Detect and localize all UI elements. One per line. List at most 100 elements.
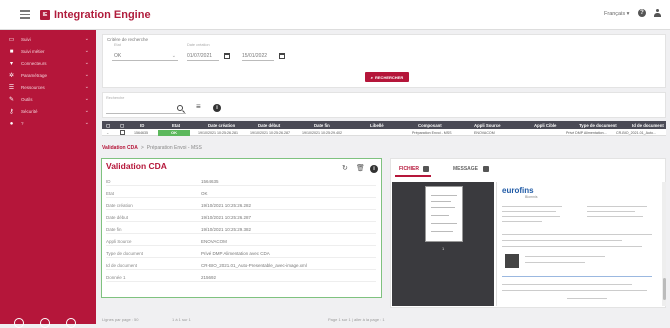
breadcrumb-separator: > <box>140 145 144 151</box>
select-all-checkbox[interactable]: ▢ <box>106 123 110 129</box>
calendar-icon[interactable] <box>279 53 285 59</box>
etat-label: Etat <box>114 43 121 47</box>
notification-icon[interactable] <box>66 318 76 328</box>
search-icon[interactable] <box>177 105 183 111</box>
delete-icon[interactable]: 🗑 <box>356 164 365 172</box>
help-icon[interactable]: ? <box>638 9 646 17</box>
detail-row: Donnée 1 215692 <box>106 273 376 282</box>
scrollbar-thumb[interactable] <box>662 278 666 300</box>
plug-icon: ▾ <box>9 61 13 67</box>
search-panel <box>102 92 666 118</box>
app-logo: IE <box>40 9 50 20</box>
status-badge: OK <box>158 129 190 136</box>
detail-row: ID 1564635 <box>106 177 376 186</box>
page-number: 1 <box>442 246 445 251</box>
wrench-icon: ✎ <box>8 97 15 103</box>
page-indicator[interactable]: Page 1 sur 1 | aller à la page : 1 <box>328 317 385 322</box>
info-icon[interactable]: i <box>213 104 221 112</box>
detail-row: Appli Source ENOVACOM <box>106 237 376 246</box>
key-icon: ⚷ <box>9 109 14 115</box>
language-select[interactable]: Français ▾ <box>604 11 629 17</box>
breadcrumb-root[interactable]: Validation CDA <box>102 145 138 151</box>
refresh-icon[interactable]: ↻ <box>342 164 348 172</box>
col-header-composant[interactable]: Composant <box>418 123 442 128</box>
app-title: Integration Engine <box>54 8 151 21</box>
pdf-scrollbar[interactable] <box>662 182 666 306</box>
tab-fichier[interactable]: FICHIER <box>399 166 419 172</box>
menu-icon[interactable] <box>20 10 30 19</box>
save-icon[interactable] <box>423 166 429 172</box>
eurofins-logo: eurofins <box>502 186 534 195</box>
table-row[interactable]: ← 1564635 OK 19/10/2021 10:25:26.281 19/… <box>102 129 666 136</box>
detail-row: Type de document Privé DMP Alimentation a… <box>106 249 376 258</box>
cell-appli-source: ENOVACOM <box>474 130 495 135</box>
chevron-down-icon: ⌄ <box>84 96 89 102</box>
active-tab-indicator <box>395 175 431 177</box>
col-header-date-debut[interactable]: Date début <box>258 123 280 128</box>
tab-message[interactable]: MESSAGE <box>453 166 478 172</box>
date-from-field[interactable]: 01/07/2021 <box>187 51 219 61</box>
chevron-down-icon: ⌄ <box>171 53 176 59</box>
sidebar-item-parametrage[interactable]: ✲ Paramétrage ⌄ <box>0 70 96 81</box>
settings-icon[interactable] <box>40 318 50 328</box>
expand-arrow-icon[interactable]: ← <box>106 131 110 135</box>
chevron-down-icon: ⌄ <box>84 48 89 54</box>
col-header-appli-cible[interactable]: Appli Cible <box>534 123 556 128</box>
user-icon[interactable] <box>654 9 661 17</box>
pdf-thumbnail-panel: 1 <box>392 182 494 306</box>
row-checkbox[interactable] <box>120 130 125 135</box>
calendar-icon[interactable] <box>224 53 230 59</box>
monitor-icon: ▭ <box>8 37 15 43</box>
page-thumbnail[interactable] <box>425 186 463 242</box>
detail-row: Date fin 19/10/2021 10:25:29.382 <box>106 225 376 234</box>
sidebar-item-suivi[interactable]: ▭ Suivi ⌄ <box>0 34 96 45</box>
detail-title: Validation CDA <box>106 161 167 171</box>
sidebar: ▭ Suivi ⌄ ■ Suivi métier ⌄ ▾ Connecteurs ⌄ ✲ Pa… <box>0 30 96 328</box>
chevron-down-icon: ⌄ <box>84 108 89 114</box>
gear-icon: ✲ <box>8 73 15 79</box>
cell-composant: Préparation Envoi - MSS <box>412 130 452 135</box>
col-header-appli-source[interactable]: Appli Source <box>474 123 501 128</box>
detail-row: Date création 19/10/2021 10:25:26.282 <box>106 201 376 210</box>
detail-row: Date début 19/10/2021 10:25:26.287 <box>106 213 376 222</box>
save-icon[interactable] <box>483 166 489 172</box>
rows-per-page[interactable]: Lignes par page : 50 <box>102 317 138 322</box>
col-header-id-document[interactable]: Id de document <box>632 123 664 128</box>
search-input[interactable] <box>106 104 186 114</box>
top-bar: IE Integration Engine <box>0 0 670 30</box>
sidebar-item-securite[interactable]: ⚷ Sécurité ⌄ <box>0 106 96 117</box>
col-header-type-document[interactable]: Type de document <box>579 123 617 128</box>
sidebar-footer-icons <box>14 318 76 328</box>
briefcase-icon: ■ <box>9 48 14 55</box>
etat-select[interactable]: OK ⌄ <box>112 51 178 61</box>
refresh-icon[interactable] <box>14 318 24 328</box>
barcode-image <box>505 254 519 268</box>
detail-row: Etat OK <box>106 189 376 198</box>
col-header-etat[interactable]: Etat <box>172 123 180 128</box>
sidebar-item-help[interactable]: ●? ⌄ <box>0 118 96 129</box>
chevron-down-icon: ⌄ <box>84 60 89 66</box>
breadcrumb-current: Préparation Envoi - MSS <box>146 145 202 151</box>
sidebar-item-ressources[interactable]: ☰ Ressources ⌄ <box>0 82 96 93</box>
cell-date-creation: 19/10/2021 10:25:26.281 <box>198 130 238 135</box>
col-header-libelle[interactable]: Libellé <box>370 123 384 128</box>
col-header-date-fin[interactable]: Date fin <box>314 123 330 128</box>
cell-id: 1564635 <box>134 130 148 135</box>
breadcrumb: Validation CDA > Préparation Envoi - MSS <box>102 145 202 151</box>
filter-icon[interactable]: ≡ <box>196 102 201 111</box>
info-icon[interactable]: i <box>370 165 378 173</box>
detail-card: Validation CDA ↻ 🗑 i ID 1564635 Etat OK Da… <box>101 158 382 298</box>
sidebar-item-outils[interactable]: ✎ Outils ⌄ <box>0 94 96 105</box>
search-button[interactable]: ⌕ RECHERCHER <box>365 72 409 82</box>
col-header-id[interactable]: ID <box>140 123 144 128</box>
criteria-title: Critère de recherche <box>107 37 149 42</box>
sidebar-item-connecteurs[interactable]: ▾ Connecteurs ⌄ <box>0 58 96 69</box>
col-header-date-creation[interactable]: Date création <box>208 123 235 128</box>
cell-date-debut: 19/10/2021 10:25:26.287 <box>250 130 290 135</box>
row-range: 1 à 1 sur 1 <box>172 317 191 322</box>
checkbox-header[interactable]: ▢ <box>120 123 124 129</box>
sidebar-item-suivi-metier[interactable]: ■ Suivi métier ⌄ <box>0 46 96 57</box>
cell-type-document: Privé DMP Alimentation... <box>566 130 607 135</box>
date-to-field[interactable]: 15/01/2022 <box>242 51 274 61</box>
help-icon: ● <box>9 120 14 127</box>
